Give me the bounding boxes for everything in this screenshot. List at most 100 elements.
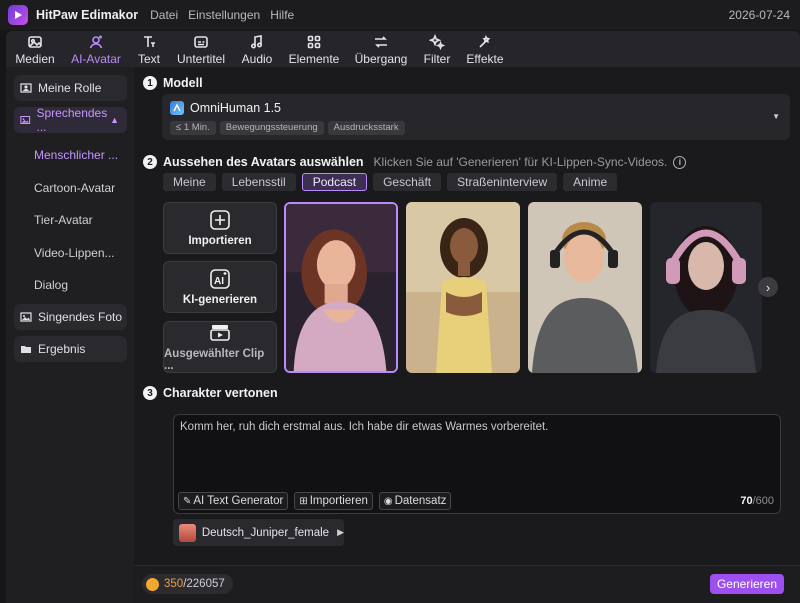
tab-effects[interactable]: Effekte: [458, 31, 512, 67]
sidebar-item-label: Singendes Foto: [38, 309, 123, 324]
section-hint: Klicken Sie auf 'Generieren' für KI-Lipp…: [374, 155, 687, 169]
model-tags: ≤ 1 Min. Bewegungssteuerung Ausdruckssta…: [170, 121, 405, 135]
video-clip-icon: [210, 325, 230, 341]
sidebar-item-my-role[interactable]: Meine Rolle: [14, 75, 127, 101]
section-title-text: Charakter vertonen: [163, 386, 278, 400]
ai-text-generator-button[interactable]: ✎ AI Text Generator: [178, 492, 289, 510]
media-icon: [28, 36, 42, 48]
category-tabs: Meine Lebensstil Podcast Geschäft Straße…: [163, 173, 618, 191]
tab-label: Elemente: [288, 52, 340, 66]
button-label: Importieren: [188, 235, 252, 247]
coin-icon: [146, 577, 159, 591]
section-title-text: Aussehen des Avatars auswählen: [163, 155, 364, 169]
section-model-title: 1 Modell: [143, 76, 203, 90]
import-text-button[interactable]: ⊞ Importieren: [294, 492, 373, 510]
sidebar-item-label: Meine Rolle: [38, 81, 102, 95]
date-label: 2026-07-24: [728, 8, 790, 22]
plus-square-icon: [210, 210, 230, 230]
script-textarea[interactable]: Komm her, ruh dich erstmal aus. Ich habe…: [173, 414, 781, 514]
category-tab-meine[interactable]: Meine: [163, 173, 216, 191]
folder-icon: [21, 345, 31, 353]
main-panel: 1 Modell OmniHuman 1.5 ≤ 1 Min. Bewegung…: [134, 67, 800, 603]
menu-settings[interactable]: Einstellungen: [188, 8, 260, 22]
model-tag: ≤ 1 Min.: [170, 121, 216, 135]
category-tab-anime[interactable]: Anime: [563, 173, 618, 191]
elements-icon: [307, 35, 321, 49]
script-text: Komm her, ruh dich erstmal aus. Ich habe…: [180, 421, 549, 433]
filter-icon: [429, 34, 445, 50]
sidebar-sub-video-lips[interactable]: Video-Lippen...: [6, 237, 134, 270]
photo-icon: [20, 311, 32, 322]
import-avatar-button[interactable]: Importieren: [163, 202, 277, 254]
category-tab-podcast[interactable]: Podcast: [301, 173, 368, 191]
tab-ai-avatar[interactable]: AI-Avatar: [64, 31, 128, 67]
avatar-image: [286, 204, 396, 371]
tab-label: Audio: [241, 52, 273, 66]
textarea-tools: ✎ AI Text Generator ⊞ Importieren ◉ Date…: [178, 492, 452, 510]
voice-selector[interactable]: Deutsch_Juniper_female ▶: [173, 519, 344, 546]
avatar-thumbnail[interactable]: [650, 202, 762, 373]
next-avatars-button[interactable]: ›: [758, 277, 778, 297]
avatar-image: [528, 202, 642, 373]
credits-used: 350: [164, 578, 184, 590]
menu-bar: Datei Einstellungen Hilfe: [150, 8, 294, 22]
tab-filter[interactable]: Filter: [416, 31, 458, 67]
main-toolbar: Medien AI-Avatar Text Untertitel Audio E…: [6, 31, 800, 67]
tab-audio[interactable]: Audio: [232, 31, 282, 67]
step-number: 3: [143, 386, 157, 400]
footer-bar: 350/226057 Generieren: [134, 565, 800, 603]
sidebar-sub-animal[interactable]: Tier-Avatar: [6, 204, 134, 237]
avatar-image: [406, 202, 520, 373]
avatar-thumbnail-selected[interactable]: [284, 202, 398, 373]
avatar-image: [650, 202, 762, 373]
generate-button[interactable]: Generieren: [710, 574, 784, 594]
sidebar-sub-dialog[interactable]: Dialog: [6, 269, 134, 302]
app-name: HitPaw Edimakor: [36, 8, 139, 22]
button-label: Datensatz: [394, 495, 447, 507]
menu-help[interactable]: Hilfe: [270, 8, 294, 22]
char-max: /600: [752, 495, 774, 507]
model-name: OmniHuman 1.5: [170, 101, 281, 115]
voice-avatar: [179, 523, 196, 542]
avatar-thumbnail[interactable]: [528, 202, 642, 373]
category-tab-lebensstil[interactable]: Lebensstil: [221, 173, 296, 191]
dataset-button[interactable]: ◉ Datensatz: [378, 492, 452, 510]
tab-media[interactable]: Medien: [6, 31, 64, 67]
button-label: AI Text Generator: [193, 495, 284, 507]
play-icon[interactable]: ▶: [337, 527, 344, 538]
model-logo-icon: [170, 101, 184, 115]
tab-label: Text: [137, 52, 160, 66]
tab-label: Effekte: [466, 52, 504, 66]
info-icon[interactable]: i: [673, 155, 687, 169]
model-tag: Ausdrucksstark: [327, 121, 405, 135]
tab-elements[interactable]: Elemente: [282, 31, 346, 67]
sidebar-sub-human[interactable]: Menschlicher ...: [6, 139, 134, 172]
tab-subtitles[interactable]: Untertitel: [170, 31, 232, 67]
button-label: KI-generieren: [182, 294, 258, 306]
button-label: Importieren: [309, 495, 368, 507]
tab-text[interactable]: Text: [128, 31, 170, 67]
sidebar-item-speaking[interactable]: Sprechendes ... ▲: [14, 106, 127, 134]
tab-label: Übergang: [354, 52, 408, 66]
sidebar-item-singing[interactable]: Singendes Foto: [14, 303, 127, 330]
avatar-thumbnail[interactable]: [406, 202, 520, 373]
category-tab-strasseninterview[interactable]: Straßeninterview: [447, 173, 558, 191]
section-title-text: Modell: [163, 76, 203, 90]
selected-clip-button[interactable]: Ausgewählter Clip ...: [163, 321, 277, 373]
chevron-down-icon: ▼: [772, 112, 780, 121]
tab-transition[interactable]: Übergang: [346, 31, 416, 67]
model-name-text: OmniHuman 1.5: [190, 101, 282, 115]
transition-icon: [375, 36, 387, 48]
sidebar-item-result[interactable]: Ergebnis: [14, 335, 127, 362]
category-tab-geschaeft[interactable]: Geschäft: [373, 173, 442, 191]
menu-file[interactable]: Datei: [150, 8, 178, 22]
credits-total: /226057: [183, 578, 225, 590]
model-dropdown[interactable]: OmniHuman 1.5 ≤ 1 Min. Bewegungssteuerun…: [162, 94, 790, 140]
ai-generate-button[interactable]: AI KI-generieren: [163, 261, 277, 313]
step-number: 2: [143, 155, 157, 169]
sidebar-sub-cartoon[interactable]: Cartoon-Avatar: [6, 172, 134, 205]
tab-label: AI-Avatar: [71, 52, 121, 66]
tab-label: Untertitel: [176, 52, 226, 66]
hint-text: Klicken Sie auf 'Generieren' für KI-Lipp…: [373, 155, 668, 169]
person-card-icon: [20, 83, 32, 93]
